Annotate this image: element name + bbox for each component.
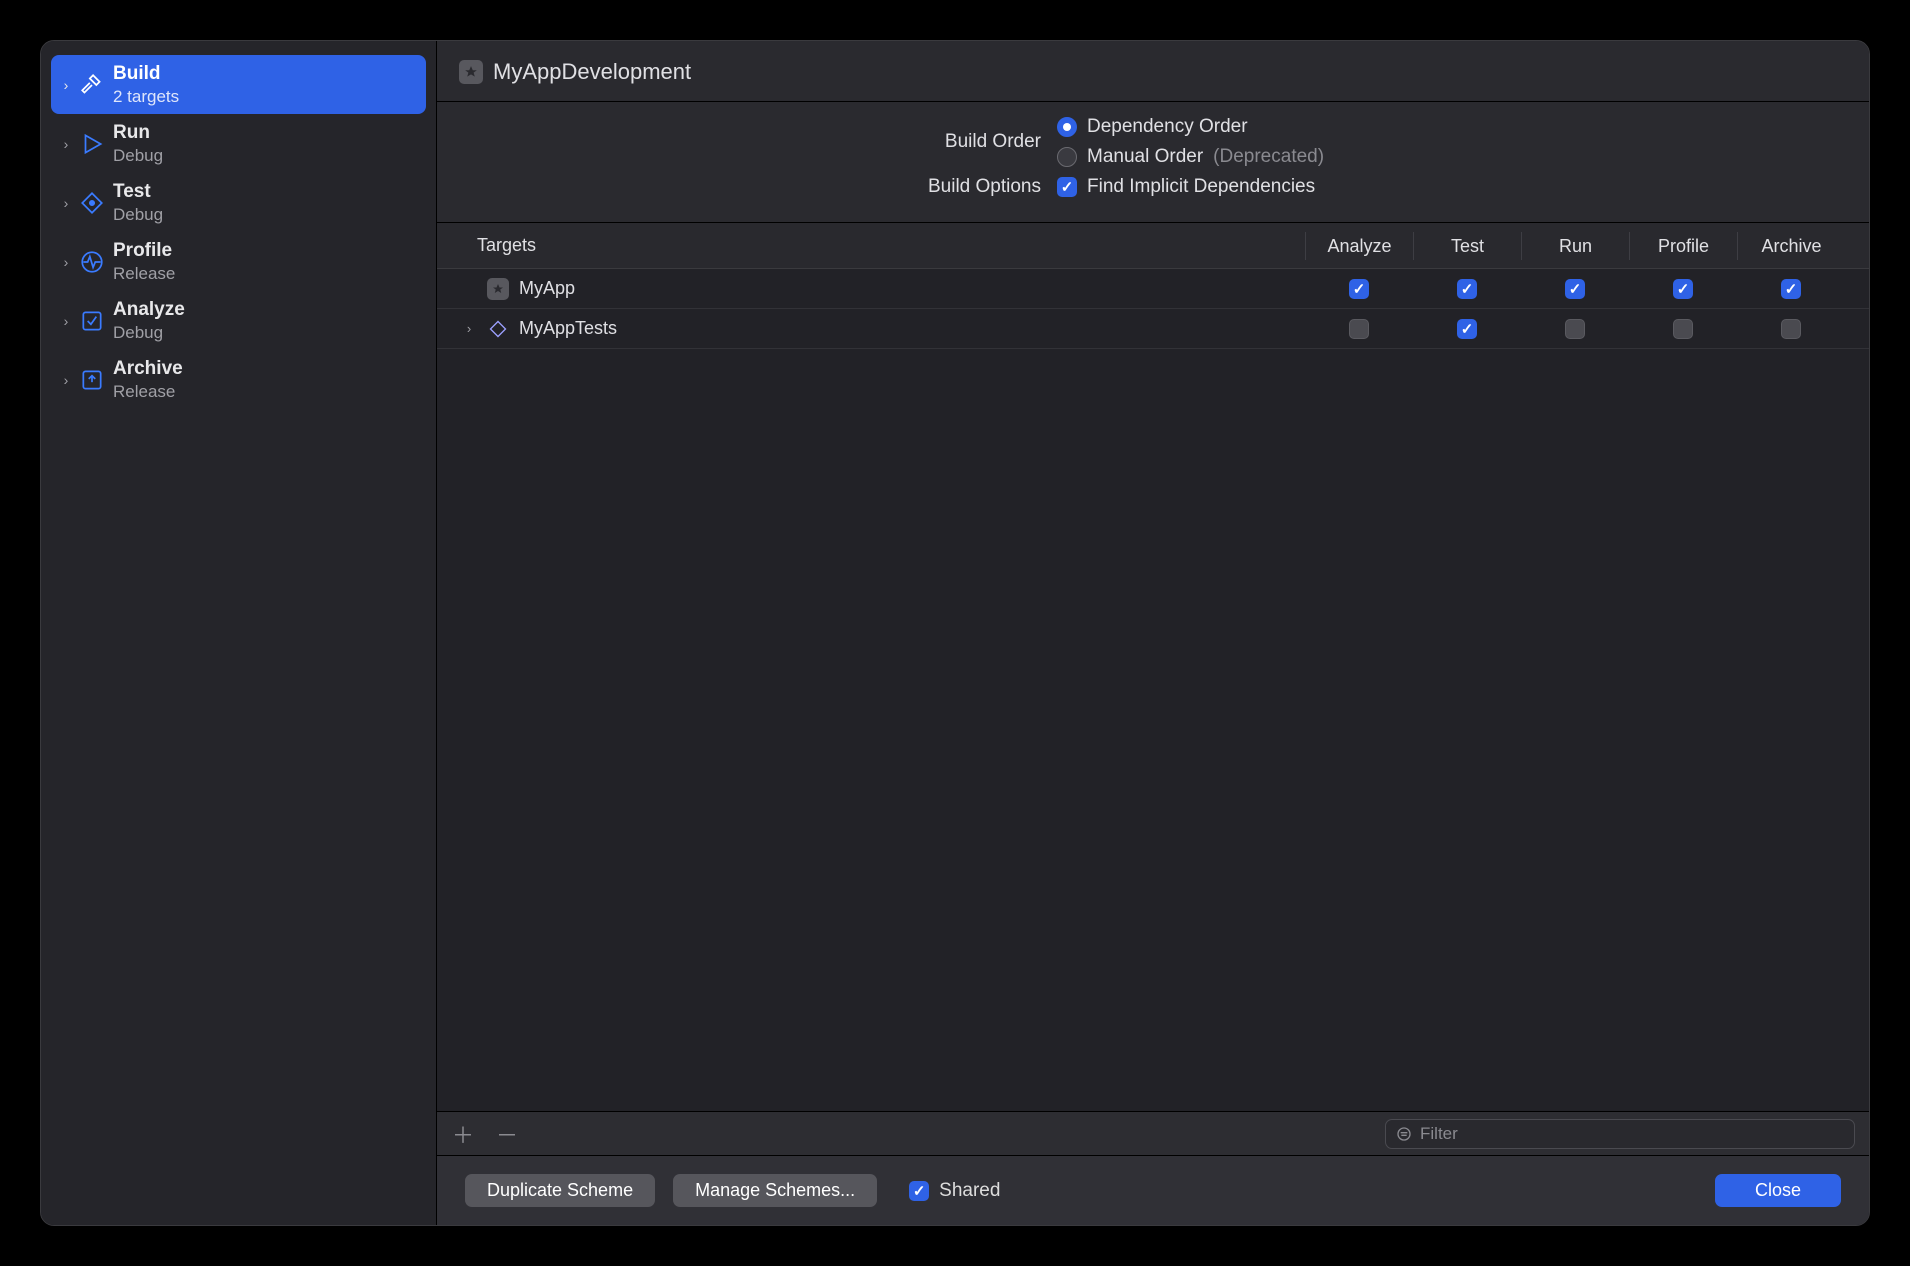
table-toolbar: ＋ － — [437, 1111, 1869, 1155]
radio-dependency-order[interactable]: Dependency Order — [1057, 116, 1324, 138]
checkbox-archive[interactable] — [1781, 319, 1801, 339]
hammer-icon — [77, 70, 107, 100]
sidebar-item-archive[interactable]: › Archive Release — [51, 350, 426, 409]
sidebar-item-run[interactable]: › Run Debug — [51, 114, 426, 173]
sidebar-item-subtitle: Debug — [113, 322, 185, 343]
targets-table: Targets Analyze Test Run Profile Archive… — [437, 222, 1869, 1155]
wrench-icon — [77, 188, 107, 218]
checkbox-test[interactable] — [1457, 279, 1477, 299]
shared-checkbox-row[interactable]: Shared — [909, 1180, 1000, 1202]
column-header-test[interactable]: Test — [1413, 232, 1521, 260]
chevron-right-icon[interactable]: › — [57, 313, 75, 329]
build-order-label: Build Order — [457, 131, 1057, 153]
play-icon — [77, 129, 107, 159]
app-target-icon — [487, 278, 509, 300]
checkbox-run[interactable] — [1565, 279, 1585, 299]
shared-label: Shared — [939, 1180, 1000, 1202]
deprecated-label: (Deprecated) — [1213, 146, 1324, 168]
sidebar-item-title: Build — [113, 62, 179, 86]
checkbox-analyze[interactable] — [1349, 279, 1369, 299]
table-row[interactable]: › MyAppTests — [437, 309, 1869, 349]
close-button[interactable]: Close — [1715, 1174, 1841, 1207]
checkbox-profile[interactable] — [1673, 319, 1693, 339]
gauge-icon — [77, 247, 107, 277]
filter-field[interactable] — [1385, 1119, 1855, 1149]
scheme-title: MyAppDevelopment — [493, 59, 691, 85]
archive-icon — [77, 365, 107, 395]
sidebar-item-title: Run — [113, 121, 163, 145]
sidebar-item-subtitle: Release — [113, 263, 175, 284]
sidebar-item-analyze[interactable]: › Analyze Debug — [51, 291, 426, 350]
table-empty-space — [437, 349, 1869, 1111]
radio-manual-order[interactable]: Manual Order (Deprecated) — [1057, 146, 1324, 168]
sidebar-item-profile[interactable]: › Profile Release — [51, 232, 426, 291]
test-target-icon — [487, 318, 509, 340]
checkbox-run[interactable] — [1565, 319, 1585, 339]
analyze-icon — [77, 306, 107, 336]
sidebar-item-title: Test — [113, 180, 163, 204]
sidebar-item-build[interactable]: › Build 2 targets — [51, 55, 426, 114]
main-panel: MyAppDevelopment Build Order Dependency … — [437, 41, 1869, 1225]
checkbox-label: Find Implicit Dependencies — [1087, 176, 1315, 198]
app-icon — [459, 60, 483, 84]
radio-label: Manual Order — [1087, 146, 1203, 168]
build-options: Build Order Dependency Order Manual Orde… — [437, 102, 1869, 222]
chevron-right-icon[interactable]: › — [57, 77, 75, 93]
sidebar-item-subtitle: 2 targets — [113, 86, 179, 107]
checkbox-analyze[interactable] — [1349, 319, 1369, 339]
table-row[interactable]: MyApp — [437, 269, 1869, 309]
checkbox-icon[interactable] — [909, 1181, 929, 1201]
column-header-analyze[interactable]: Analyze — [1305, 232, 1413, 260]
filter-icon — [1396, 1126, 1412, 1142]
column-header-archive[interactable]: Archive — [1737, 232, 1845, 260]
checkbox-archive[interactable] — [1781, 279, 1801, 299]
sidebar: › Build 2 targets › Run Debug — [41, 41, 437, 1225]
checkbox-find-implicit[interactable]: Find Implicit Dependencies — [1057, 176, 1315, 198]
chevron-right-icon[interactable]: › — [461, 321, 477, 336]
checkbox-test[interactable] — [1457, 319, 1477, 339]
sidebar-item-subtitle: Release — [113, 381, 183, 402]
sidebar-item-subtitle: Debug — [113, 145, 163, 166]
sidebar-item-title: Archive — [113, 357, 183, 381]
sidebar-item-subtitle: Debug — [113, 204, 163, 225]
checkbox-icon[interactable] — [1057, 177, 1077, 197]
chevron-right-icon[interactable]: › — [57, 254, 75, 270]
radio-label: Dependency Order — [1087, 116, 1248, 138]
remove-button[interactable]: － — [495, 1118, 519, 1150]
filter-input[interactable] — [1420, 1124, 1844, 1144]
chevron-right-icon[interactable]: › — [57, 136, 75, 152]
target-name: MyAppTests — [519, 318, 617, 339]
column-header-profile[interactable]: Profile — [1629, 232, 1737, 260]
checkbox-profile[interactable] — [1673, 279, 1693, 299]
footer: Duplicate Scheme Manage Schemes... Share… — [437, 1155, 1869, 1225]
column-header-run[interactable]: Run — [1521, 232, 1629, 260]
target-name: MyApp — [519, 278, 575, 299]
scheme-editor-window: › Build 2 targets › Run Debug — [40, 40, 1870, 1226]
table-header: Targets Analyze Test Run Profile Archive — [437, 223, 1869, 269]
sidebar-item-title: Analyze — [113, 298, 185, 322]
manage-schemes-button[interactable]: Manage Schemes... — [673, 1174, 877, 1207]
sidebar-item-test[interactable]: › Test Debug — [51, 173, 426, 232]
radio-icon[interactable] — [1057, 147, 1077, 167]
chevron-right-icon[interactable]: › — [57, 372, 75, 388]
add-button[interactable]: ＋ — [451, 1118, 475, 1150]
column-header-targets[interactable]: Targets — [477, 235, 1305, 256]
build-options-label: Build Options — [457, 176, 1057, 198]
radio-icon[interactable] — [1057, 117, 1077, 137]
duplicate-scheme-button[interactable]: Duplicate Scheme — [465, 1174, 655, 1207]
chevron-right-icon[interactable]: › — [57, 195, 75, 211]
header: MyAppDevelopment — [437, 41, 1869, 102]
sidebar-item-title: Profile — [113, 239, 175, 263]
